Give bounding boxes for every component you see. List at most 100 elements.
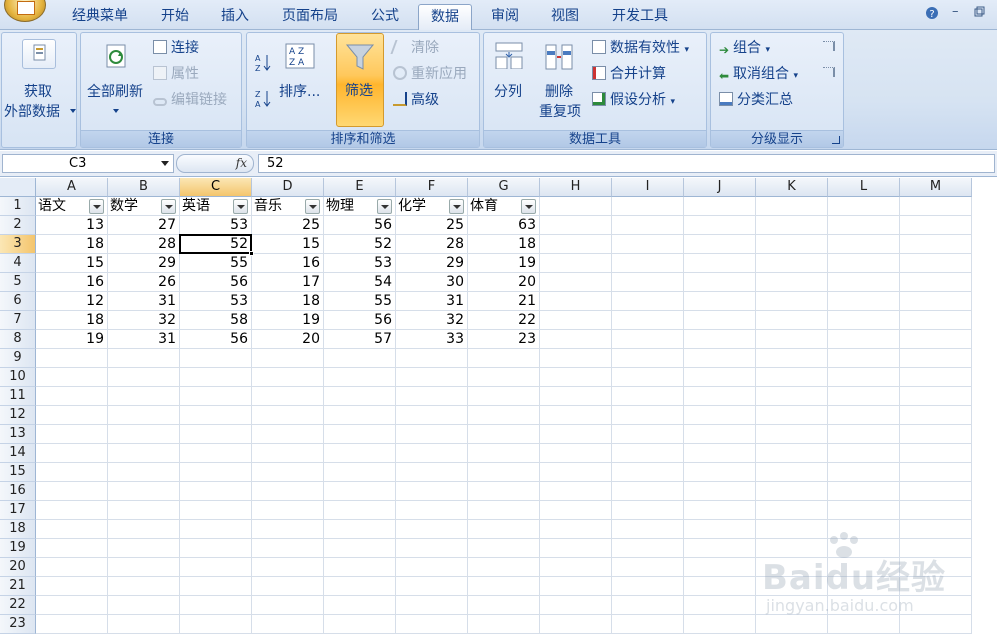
empty-cell[interactable]: [324, 558, 396, 577]
empty-cell[interactable]: [684, 368, 756, 387]
help-icon[interactable]: ?: [925, 6, 939, 24]
table-header-cell[interactable]: 化学: [396, 197, 468, 216]
table-cell[interactable]: 56: [324, 216, 396, 235]
empty-cell[interactable]: [468, 501, 540, 520]
empty-cell[interactable]: [36, 444, 108, 463]
row-header[interactable]: 3: [0, 235, 36, 254]
table-cell[interactable]: 53: [180, 292, 252, 311]
table-cell[interactable]: 53: [324, 254, 396, 273]
empty-cell[interactable]: [36, 539, 108, 558]
empty-cell[interactable]: [396, 463, 468, 482]
table-cell[interactable]: 58: [180, 311, 252, 330]
row-header[interactable]: 17: [0, 501, 36, 520]
empty-cell[interactable]: [612, 216, 684, 235]
table-cell[interactable]: 56: [180, 273, 252, 292]
empty-cell[interactable]: [180, 406, 252, 425]
row-header[interactable]: 21: [0, 577, 36, 596]
empty-cell[interactable]: [900, 330, 972, 349]
empty-cell[interactable]: [252, 406, 324, 425]
empty-cell[interactable]: [828, 311, 900, 330]
empty-cell[interactable]: [756, 273, 828, 292]
empty-cell[interactable]: [828, 444, 900, 463]
table-cell[interactable]: 13: [36, 216, 108, 235]
empty-cell[interactable]: [828, 330, 900, 349]
empty-cell[interactable]: [684, 501, 756, 520]
empty-cell[interactable]: [36, 406, 108, 425]
empty-cell[interactable]: [468, 387, 540, 406]
empty-cell[interactable]: [900, 273, 972, 292]
empty-cell[interactable]: [108, 539, 180, 558]
filter-dropdown-icon[interactable]: [377, 199, 392, 214]
table-cell[interactable]: 32: [108, 311, 180, 330]
row-header[interactable]: 9: [0, 349, 36, 368]
empty-cell[interactable]: [684, 539, 756, 558]
filter-dropdown-icon[interactable]: [233, 199, 248, 214]
empty-cell[interactable]: [828, 425, 900, 444]
empty-cell[interactable]: [540, 311, 612, 330]
minimize-icon[interactable]: –: [952, 4, 959, 19]
name-box[interactable]: C3: [2, 154, 174, 173]
empty-cell[interactable]: [900, 406, 972, 425]
table-cell[interactable]: 28: [396, 235, 468, 254]
row-header[interactable]: 12: [0, 406, 36, 425]
table-cell[interactable]: 31: [108, 330, 180, 349]
empty-cell[interactable]: [252, 349, 324, 368]
empty-cell[interactable]: [828, 254, 900, 273]
empty-cell[interactable]: [468, 368, 540, 387]
table-cell[interactable]: 22: [468, 311, 540, 330]
table-cell[interactable]: 29: [396, 254, 468, 273]
empty-cell[interactable]: [180, 558, 252, 577]
tab-data[interactable]: 数据: [418, 4, 472, 30]
subtotal-button[interactable]: 分类汇总: [719, 91, 793, 109]
remove-duplicates-line1[interactable]: 删除: [545, 83, 573, 101]
table-cell[interactable]: 23: [468, 330, 540, 349]
empty-cell[interactable]: [324, 520, 396, 539]
empty-cell[interactable]: [540, 349, 612, 368]
empty-cell[interactable]: [612, 368, 684, 387]
empty-cell[interactable]: [468, 482, 540, 501]
row-header[interactable]: 10: [0, 368, 36, 387]
empty-cell[interactable]: [756, 482, 828, 501]
table-header-cell[interactable]: 体育: [468, 197, 540, 216]
table-cell[interactable]: 26: [108, 273, 180, 292]
empty-cell[interactable]: [36, 387, 108, 406]
empty-cell[interactable]: [684, 463, 756, 482]
empty-cell[interactable]: [180, 425, 252, 444]
table-cell[interactable]: 15: [36, 254, 108, 273]
consolidate-button[interactable]: 合并计算: [592, 65, 666, 83]
table-header-cell[interactable]: 英语: [180, 197, 252, 216]
empty-cell[interactable]: [756, 368, 828, 387]
empty-cell[interactable]: [108, 463, 180, 482]
table-cell[interactable]: 55: [180, 254, 252, 273]
empty-cell[interactable]: [756, 406, 828, 425]
empty-cell[interactable]: [684, 330, 756, 349]
empty-cell[interactable]: [684, 444, 756, 463]
empty-cell[interactable]: [108, 615, 180, 634]
empty-cell[interactable]: [180, 349, 252, 368]
empty-cell[interactable]: [324, 406, 396, 425]
empty-cell[interactable]: [540, 425, 612, 444]
empty-cell[interactable]: [684, 406, 756, 425]
empty-cell[interactable]: [396, 539, 468, 558]
row-header[interactable]: 22: [0, 596, 36, 615]
empty-cell[interactable]: [684, 615, 756, 634]
empty-cell[interactable]: [180, 539, 252, 558]
table-cell[interactable]: 25: [252, 216, 324, 235]
table-header-cell[interactable]: 语文: [36, 197, 108, 216]
empty-cell[interactable]: [756, 501, 828, 520]
empty-cell[interactable]: [756, 311, 828, 330]
filter-dropdown-icon[interactable]: [305, 199, 320, 214]
empty-cell[interactable]: [540, 216, 612, 235]
fx-icon[interactable]: fx: [236, 156, 247, 170]
empty-cell[interactable]: [396, 596, 468, 615]
empty-cell[interactable]: [324, 539, 396, 558]
data-validation-button[interactable]: 数据有效性 ▾: [592, 39, 689, 59]
empty-cell[interactable]: [396, 406, 468, 425]
row-header[interactable]: 18: [0, 520, 36, 539]
empty-cell[interactable]: [828, 349, 900, 368]
empty-cell[interactable]: [324, 501, 396, 520]
empty-cell[interactable]: [36, 368, 108, 387]
table-cell[interactable]: 63: [468, 216, 540, 235]
tab-formulas[interactable]: 公式: [358, 4, 412, 30]
what-if-analysis-button[interactable]: 假设分析 ▾: [592, 91, 675, 111]
